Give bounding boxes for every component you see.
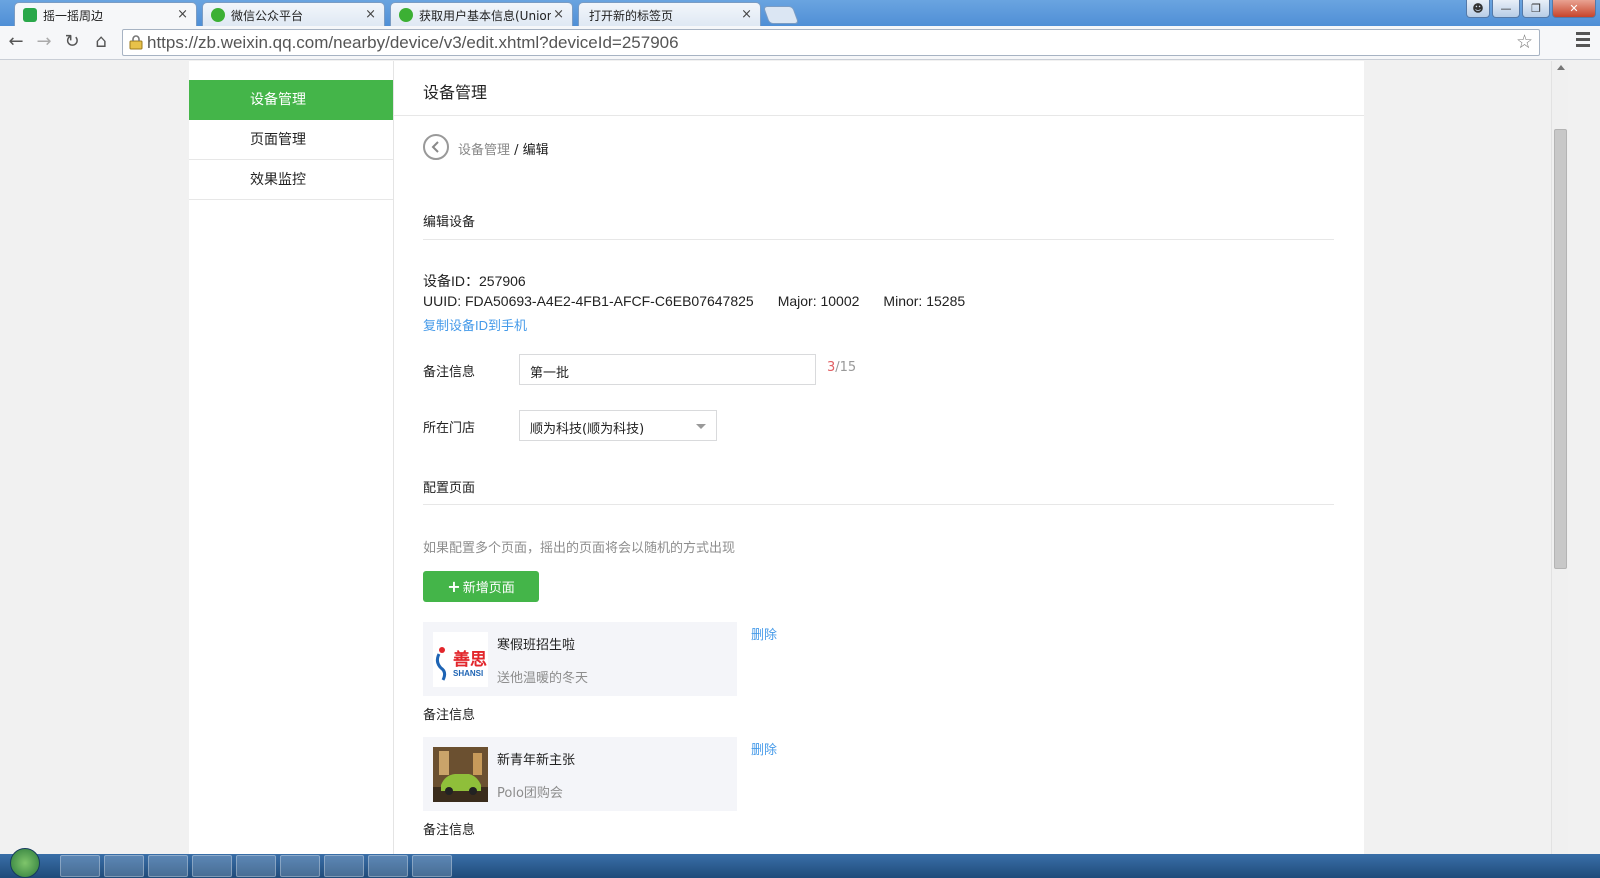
logo-subtext: SHANSI: [453, 669, 483, 678]
add-page-label: 新增页面: [462, 581, 515, 596]
tab-title: 打开新的标签页: [589, 9, 674, 23]
page-card-desc: Polo团购会: [497, 786, 563, 801]
breadcrumb-current: 编辑: [522, 143, 549, 158]
delete-page-link[interactable]: 删除: [751, 739, 777, 758]
scroll-up-arrow-icon[interactable]: [1557, 65, 1565, 70]
page-card-desc: 送他温暖的冬天: [497, 671, 589, 686]
page-card-title: 新青年新主张: [497, 753, 576, 768]
taskbar-item[interactable]: [368, 855, 408, 877]
page-remark-label: 备注信息: [423, 823, 476, 838]
copy-device-id-link[interactable]: 复制设备ID到手机: [423, 315, 527, 334]
taskbar-item[interactable]: [280, 855, 320, 877]
page-remark-label: 备注信息: [423, 708, 476, 723]
uuid-text: UUID: FDA50693-A4E2-4FB1-AFCF-C6EB076478…: [423, 293, 754, 309]
url-text: https://zb.weixin.qq.com/nearby/device/v…: [147, 33, 679, 52]
page-thumbnail: [433, 747, 488, 802]
remark-char-counter: 3/15: [827, 360, 856, 375]
taskbar-item[interactable]: [412, 855, 452, 877]
tab-close-icon[interactable]: ×: [177, 7, 188, 22]
tab-userinfo-docs[interactable]: 获取用户基本信息(UnionI ×: [390, 2, 573, 26]
shansi-logo-icon: 善思 SHANSI: [435, 647, 487, 681]
menu-icon[interactable]: [1576, 32, 1590, 50]
edit-device-heading: 编辑设备: [423, 215, 476, 230]
page-card-title: 寒假班招生啦: [497, 638, 576, 653]
car-image-icon: [433, 747, 488, 802]
reload-icon[interactable]: ↻: [60, 30, 84, 54]
config-hint-text: 如果配置多个页面，摇出的页面将会以随机的方式出现: [423, 541, 736, 556]
page-viewport: 设备管理 页面管理 效果监控 设备管理 设备管理 / 编辑 编辑设备 设备ID：…: [0, 61, 1568, 854]
taskbar-item[interactable]: [60, 855, 100, 877]
browser-tabstrip: 摇一摇周边 × 微信公众平台 × 获取用户基本信息(UnionI × 打开新的标…: [0, 0, 1600, 26]
delete-page-link[interactable]: 删除: [751, 624, 777, 643]
main-header: [394, 61, 1364, 116]
address-bar[interactable]: https://zb.weixin.qq.com/nearby/device/v…: [122, 29, 1540, 56]
scroll-thumb[interactable]: [1554, 129, 1567, 569]
counter-max: /15: [835, 360, 857, 375]
breadcrumb-separator: /: [510, 143, 523, 158]
page-card[interactable]: 新青年新主张 Polo团购会: [423, 737, 737, 811]
new-tab-button[interactable]: [762, 6, 800, 24]
home-icon[interactable]: ⌂: [89, 30, 113, 54]
os-taskbar: [0, 848, 1600, 878]
chevron-left-icon: [431, 141, 439, 153]
breadcrumb-parent[interactable]: 设备管理: [458, 143, 510, 158]
vertical-scrollbar[interactable]: [1551, 61, 1568, 854]
sidebar-item-page-management[interactable]: 页面管理: [189, 120, 393, 160]
plus-icon: +: [447, 577, 461, 596]
add-page-button[interactable]: + 新增页面: [423, 571, 539, 602]
window-close-icon[interactable]: ✕: [1552, 0, 1596, 18]
minimize-icon[interactable]: —: [1492, 0, 1520, 18]
store-select[interactable]: 顺为科技(顺为科技): [519, 410, 717, 441]
tab-title: 获取用户基本信息(UnionI: [419, 9, 551, 23]
window-controls: ☻ — ❐ ✕: [1466, 0, 1596, 20]
browser-toolbar: ← → ↻ ⌂ https://zb.weixin.qq.com/nearby/…: [0, 26, 1600, 60]
tab-close-icon[interactable]: ×: [365, 7, 376, 22]
page-thumbnail: 善思 SHANSI: [433, 632, 488, 687]
main-panel: 设备管理 设备管理 / 编辑 编辑设备 设备ID：257906 UUID: FD…: [394, 61, 1364, 854]
major-text: Major: 10002: [777, 293, 860, 309]
minor-text: Minor: 15285: [883, 293, 966, 309]
back-arrow-icon[interactable]: ←: [4, 30, 28, 54]
device-beacon-info: UUID: FDA50693-A4E2-4FB1-AFCF-C6EB076478…: [423, 293, 965, 309]
store-select-value: 顺为科技(顺为科技): [530, 422, 645, 437]
shake-favicon-icon: [23, 8, 37, 22]
restore-icon[interactable]: ❐: [1522, 0, 1550, 18]
sidebar-item-device-management[interactable]: 设备管理: [189, 80, 393, 120]
start-button[interactable]: [10, 848, 40, 878]
page-card[interactable]: 善思 SHANSI 寒假班招生啦 送他温暖的冬天: [423, 622, 737, 696]
tab-close-icon[interactable]: ×: [553, 7, 564, 22]
wechat-favicon-icon: [399, 8, 413, 22]
store-label: 所在门店: [423, 421, 476, 436]
remark-label: 备注信息: [423, 365, 476, 380]
tab-close-icon[interactable]: ×: [741, 7, 752, 22]
taskbar-item[interactable]: [192, 855, 232, 877]
forward-arrow-icon[interactable]: →: [32, 30, 56, 54]
lock-icon: [129, 35, 143, 50]
divider: [423, 504, 1334, 505]
device-id-text: 设备ID：257906: [423, 273, 526, 289]
page-title: 设备管理: [423, 83, 488, 102]
tab-wechat-platform[interactable]: 微信公众平台 ×: [202, 2, 385, 26]
tab-new-tab[interactable]: 打开新的标签页 ×: [578, 2, 761, 26]
wechat-favicon-icon: [211, 8, 225, 22]
divider: [423, 239, 1334, 240]
taskbar-item[interactable]: [324, 855, 364, 877]
dropdown-caret-icon: [696, 424, 706, 429]
taskbar-item[interactable]: [148, 855, 188, 877]
breadcrumb: 设备管理 / 编辑: [458, 139, 549, 158]
taskbar-item[interactable]: [104, 855, 144, 877]
sidebar-item-effect-monitoring[interactable]: 效果监控: [189, 160, 393, 200]
tab-title: 摇一摇周边: [43, 9, 104, 23]
sidebar: 设备管理 页面管理 效果监控: [189, 61, 394, 854]
config-pages-heading: 配置页面: [423, 481, 476, 496]
tab-title: 微信公众平台: [231, 9, 304, 23]
user-icon[interactable]: ☻: [1466, 0, 1490, 18]
tab-shake-nearby[interactable]: 摇一摇周边 ×: [14, 2, 197, 26]
remark-input[interactable]: 第一批: [519, 354, 816, 385]
taskbar-item[interactable]: [236, 855, 276, 877]
logo-text: 善思: [453, 649, 487, 670]
back-button[interactable]: [423, 134, 449, 160]
bookmark-star-icon[interactable]: ☆: [1516, 31, 1533, 53]
